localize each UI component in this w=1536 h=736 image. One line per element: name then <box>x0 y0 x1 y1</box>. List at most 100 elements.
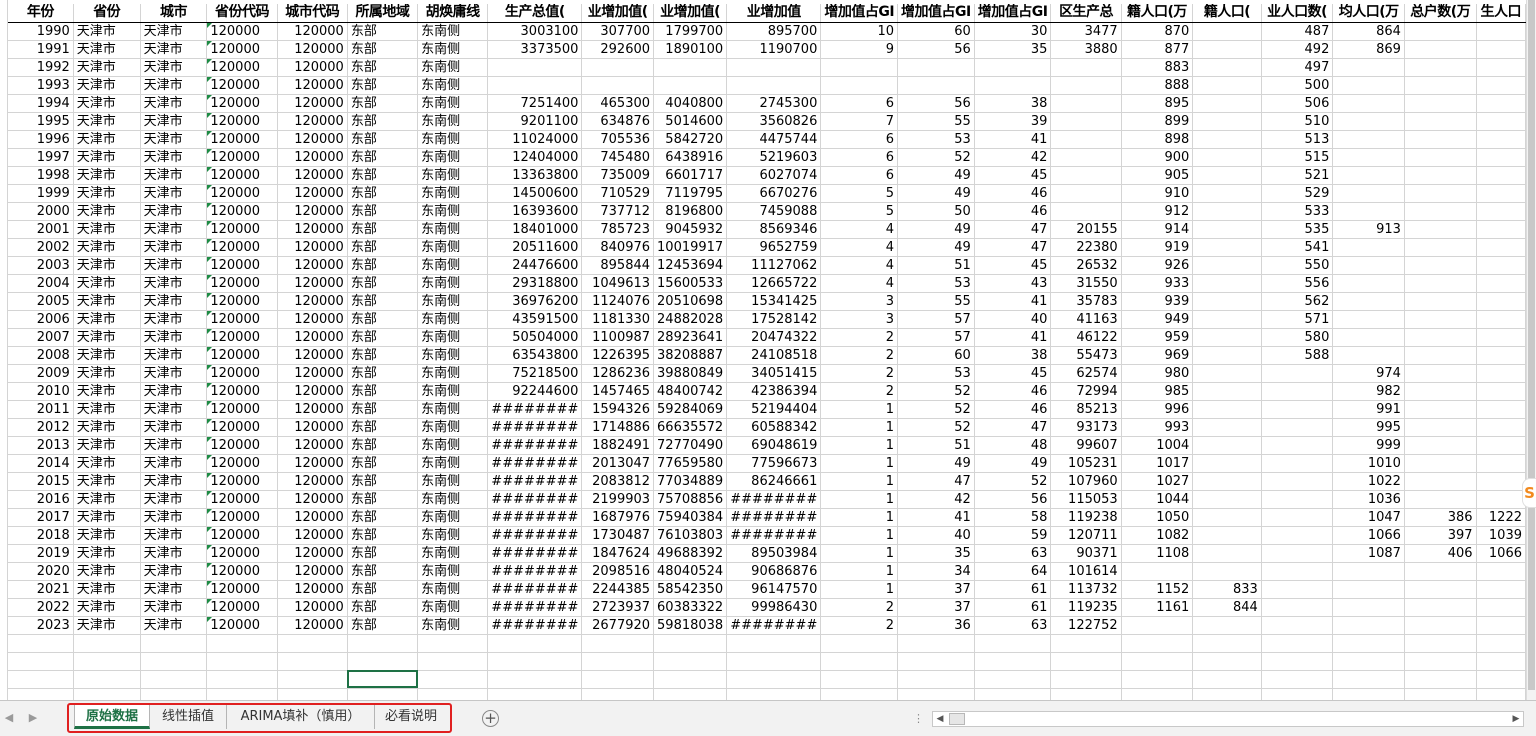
table-cell[interactable]: 31550 <box>1050 274 1122 293</box>
table-cell[interactable]: 905 <box>1121 166 1194 185</box>
column-header[interactable]: 省份 <box>73 4 141 23</box>
table-cell[interactable]: 37 <box>897 598 975 617</box>
table-cell[interactable]: 36976200 <box>487 292 583 311</box>
table-cell[interactable]: 东部 <box>347 202 419 221</box>
tab-linear-interpolation[interactable]: 线性插值 <box>150 705 227 729</box>
table-cell[interactable]: 933 <box>1121 274 1194 293</box>
table-cell[interactable]: 49 <box>897 454 975 473</box>
table-cell[interactable] <box>1476 598 1526 617</box>
table-cell[interactable]: 5219603 <box>726 148 822 167</box>
scroll-right-icon[interactable]: ▶ <box>1509 712 1523 726</box>
empty-cell[interactable] <box>1332 652 1405 671</box>
table-cell[interactable]: 939 <box>1121 292 1194 311</box>
table-cell[interactable]: 5842720 <box>653 130 728 149</box>
table-cell[interactable]: 120000 <box>206 598 278 617</box>
table-cell[interactable]: 77034889 <box>653 472 728 491</box>
table-cell[interactable] <box>487 76 583 95</box>
table-cell[interactable]: 41 <box>974 130 1052 149</box>
table-cell[interactable]: 86246661 <box>726 472 822 491</box>
table-cell[interactable]: 1286236 <box>581 364 655 383</box>
table-cell[interactable] <box>1476 580 1526 599</box>
table-cell[interactable]: 40 <box>974 310 1052 329</box>
table-cell[interactable] <box>1192 328 1262 347</box>
table-cell[interactable]: 6601717 <box>653 166 728 185</box>
table-cell[interactable]: 120000 <box>206 454 278 473</box>
table-cell[interactable]: 46122 <box>1050 328 1122 347</box>
table-cell[interactable]: 天津市 <box>73 184 141 203</box>
column-header[interactable]: 年份 <box>8 4 74 23</box>
empty-cell[interactable] <box>820 688 899 700</box>
empty-cell[interactable] <box>974 652 1052 671</box>
table-cell[interactable] <box>1476 490 1526 509</box>
empty-cell[interactable] <box>73 652 141 671</box>
table-cell[interactable]: 2010 <box>8 382 74 401</box>
empty-cell[interactable] <box>8 688 74 700</box>
table-cell[interactable]: 东南侧 <box>417 382 489 401</box>
table-cell[interactable]: 2244385 <box>581 580 655 599</box>
table-cell[interactable]: 东部 <box>347 526 419 545</box>
table-cell[interactable] <box>1404 310 1477 329</box>
table-cell[interactable] <box>1332 580 1405 599</box>
table-cell[interactable]: 天津市 <box>140 166 208 185</box>
table-cell[interactable]: 2199903 <box>581 490 655 509</box>
table-cell[interactable] <box>1404 400 1477 419</box>
empty-cell[interactable] <box>1476 652 1526 671</box>
table-cell[interactable]: 48 <box>974 436 1052 455</box>
table-cell[interactable]: 34 <box>897 562 975 581</box>
table-cell[interactable]: 东南侧 <box>417 436 489 455</box>
table-cell[interactable] <box>1332 94 1405 113</box>
table-cell[interactable]: 55 <box>897 112 975 131</box>
table-cell[interactable]: 1190700 <box>726 40 822 59</box>
table-cell[interactable]: 30 <box>974 22 1052 41</box>
table-cell[interactable] <box>1404 490 1477 509</box>
table-cell[interactable]: 120000 <box>206 544 278 563</box>
table-cell[interactable]: 883 <box>1121 58 1194 77</box>
table-cell[interactable]: ######## <box>487 472 583 491</box>
table-cell[interactable]: 天津市 <box>73 310 141 329</box>
table-cell[interactable]: 45 <box>974 166 1052 185</box>
table-cell[interactable]: 天津市 <box>140 238 208 257</box>
table-cell[interactable]: 785723 <box>581 220 655 239</box>
table-cell[interactable]: 52 <box>897 418 975 437</box>
table-cell[interactable]: 35 <box>974 40 1052 59</box>
table-cell[interactable]: 993 <box>1121 418 1194 437</box>
table-cell[interactable]: 东部 <box>347 490 419 509</box>
table-cell[interactable]: 东部 <box>347 616 419 635</box>
table-cell[interactable]: 42 <box>897 490 975 509</box>
table-cell[interactable]: 东南侧 <box>417 472 489 491</box>
table-cell[interactable]: 58 <box>974 508 1052 527</box>
table-cell[interactable]: 天津市 <box>140 310 208 329</box>
data-table[interactable]: 年份 省份 城市 省份代码 城市代码 所属地域 胡焕庸线 生产总值(业增加值(业增加值(业增加… <box>8 4 1526 700</box>
table-cell[interactable]: 2677920 <box>581 616 655 635</box>
table-cell[interactable] <box>1476 22 1526 41</box>
table-cell[interactable]: 77659580 <box>653 454 728 473</box>
table-cell[interactable]: 1995 <box>8 112 74 131</box>
table-cell[interactable]: 1 <box>820 508 899 527</box>
table-cell[interactable]: 天津市 <box>73 76 141 95</box>
table-cell[interactable] <box>1261 616 1334 635</box>
table-cell[interactable]: 1 <box>820 490 899 509</box>
table-cell[interactable]: 59818038 <box>653 616 728 635</box>
table-cell[interactable] <box>1404 472 1477 491</box>
table-cell[interactable]: ######## <box>487 616 583 635</box>
table-cell[interactable] <box>1050 148 1122 167</box>
empty-cell[interactable] <box>1192 688 1262 700</box>
table-cell[interactable]: 120000 <box>277 490 348 509</box>
table-cell[interactable]: 41 <box>974 328 1052 347</box>
empty-cell[interactable] <box>653 688 728 700</box>
table-cell[interactable]: 120000 <box>277 328 348 347</box>
table-cell[interactable]: 4 <box>820 256 899 275</box>
table-cell[interactable]: 东南侧 <box>417 40 489 59</box>
table-cell[interactable]: 1 <box>820 580 899 599</box>
table-cell[interactable]: 500 <box>1261 76 1334 95</box>
table-cell[interactable]: 50 <box>897 202 975 221</box>
table-cell[interactable]: 47 <box>974 238 1052 257</box>
empty-cell[interactable] <box>206 652 278 671</box>
table-cell[interactable]: 50504000 <box>487 328 583 347</box>
table-cell[interactable] <box>1404 202 1477 221</box>
table-cell[interactable] <box>1192 94 1262 113</box>
table-cell[interactable] <box>1476 256 1526 275</box>
table-cell[interactable]: 天津市 <box>73 580 141 599</box>
table-cell[interactable]: 东部 <box>347 328 419 347</box>
table-cell[interactable] <box>1332 148 1405 167</box>
